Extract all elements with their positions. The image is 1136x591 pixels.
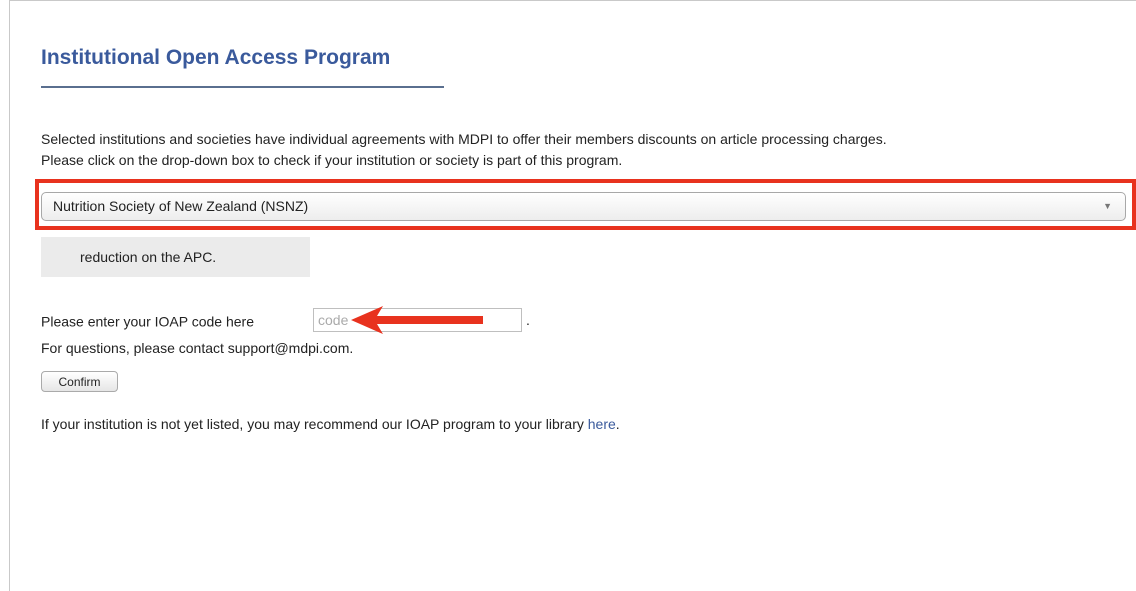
intro-line-1: Selected institutions and societies have…	[41, 131, 887, 147]
ioap-code-suffix: .	[526, 312, 530, 328]
intro-line-2: Please click on the drop-down box to che…	[41, 152, 623, 168]
ioap-code-prompt: Please enter your IOAP code here	[41, 313, 254, 330]
title-underline	[41, 86, 444, 88]
recommend-link[interactable]: here	[588, 416, 616, 432]
intro-text: Selected institutions and societies have…	[41, 129, 1121, 171]
confirm-button[interactable]: Confirm	[41, 371, 118, 392]
ioap-code-row: Please enter your IOAP code here .	[41, 308, 530, 332]
contact-text: For questions, please contact support@md…	[41, 340, 354, 356]
institution-select-value: Nutrition Society of New Zealand (NSNZ)	[53, 198, 309, 214]
footer-text-body: If your institution is not yet listed, y…	[41, 416, 588, 432]
discount-note: reduction on the APC.	[41, 237, 310, 277]
footer-text: If your institution is not yet listed, y…	[41, 416, 620, 432]
page-frame	[9, 0, 1136, 591]
red-arrow-annotation-icon	[351, 306, 483, 334]
dropdown-caret-icon: ▼	[1103, 201, 1112, 211]
footer-text-suffix: .	[615, 416, 620, 432]
institution-select[interactable]: Nutrition Society of New Zealand (NSNZ) …	[41, 192, 1126, 221]
page-title: Institutional Open Access Program	[41, 46, 391, 69]
